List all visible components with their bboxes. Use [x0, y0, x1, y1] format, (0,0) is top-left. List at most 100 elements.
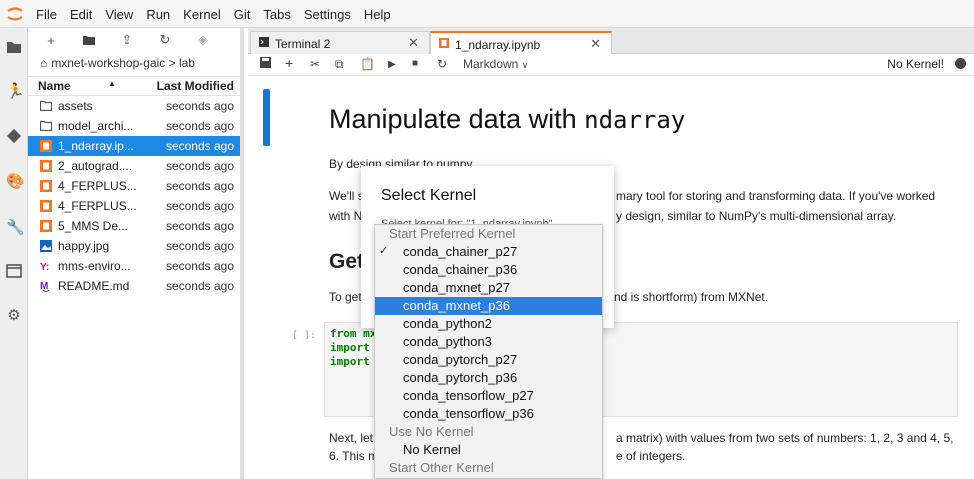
kernel-name[interactable]: No Kernel!	[887, 57, 944, 71]
kernel-option[interactable]: conda_mxnet_p36	[375, 297, 602, 315]
name-column-header[interactable]: Name	[38, 79, 71, 93]
file-row[interactable]: 2_autograd.... seconds ago	[28, 156, 240, 176]
cut-icon[interactable]: ✂	[310, 57, 320, 71]
close-icon[interactable]: ✕	[408, 35, 419, 51]
file-name: assets	[58, 99, 93, 113]
file-modified: seconds ago	[165, 99, 234, 113]
file-modified: seconds ago	[165, 159, 234, 173]
file-modified: seconds ago	[165, 239, 234, 253]
kernel-option[interactable]: conda_pytorch_p27	[375, 351, 602, 369]
wrench-icon[interactable]: 🔧	[6, 220, 25, 236]
notebook-icon	[40, 140, 52, 152]
kernel-option[interactable]: conda_chainer_p36	[375, 261, 602, 279]
menu-view[interactable]: View	[105, 7, 133, 22]
file-modified: seconds ago	[165, 219, 234, 233]
upload-icon[interactable]: ⇪	[112, 32, 142, 48]
menu-kernel[interactable]: Kernel	[183, 7, 221, 22]
menu-run[interactable]: Run	[146, 7, 170, 22]
file-row[interactable]: happy.jpg seconds ago	[28, 236, 240, 256]
option-label: conda_mxnet_p36	[403, 298, 510, 313]
file-row[interactable]: 1_ndarray.ip... seconds ago	[28, 136, 240, 156]
save-icon[interactable]	[260, 57, 271, 71]
file-row[interactable]: 5_MMS De... seconds ago	[28, 216, 240, 236]
svg-text:Y:: Y:	[40, 262, 49, 272]
file-name: 1_ndarray.ip...	[58, 139, 134, 153]
notebook-icon	[40, 180, 52, 192]
last-modified-column-header[interactable]: Last Modified	[157, 79, 234, 93]
new-folder-icon[interactable]	[74, 33, 104, 48]
menu-edit[interactable]: Edit	[70, 7, 92, 22]
kernel-option[interactable]: conda_tensorflow_p36	[375, 405, 602, 423]
extension-icon[interactable]: ⚙	[6, 308, 22, 324]
dialog-title: Select Kernel	[381, 187, 477, 204]
file-name: 4_FERPLUS...	[58, 179, 137, 193]
menu-tabs[interactable]: Tabs	[263, 7, 290, 22]
folder-icon	[39, 120, 53, 132]
image-icon	[40, 240, 52, 252]
paragraph-text: 6. This m	[329, 449, 379, 463]
menu-help[interactable]: Help	[364, 7, 391, 22]
git-clone-icon[interactable]: ◈	[188, 32, 218, 48]
new-launcher-icon[interactable]: +	[36, 33, 66, 48]
paragraph-text: with N	[329, 209, 363, 223]
file-row[interactable]: 4_FERPLUS... seconds ago	[28, 196, 240, 216]
paragraph-text: nd is shortform) from MXNet.	[614, 290, 769, 304]
home-icon[interactable]: ⌂	[40, 56, 47, 70]
menu-settings[interactable]: Settings	[304, 7, 351, 22]
file-browser: + ⇪ ↻ ◈ ⌂ mxnet-workshop-gaic > lab Name…	[28, 28, 244, 479]
option-label: Start Other Kernel	[389, 460, 494, 475]
file-name: model_archi...	[58, 119, 134, 133]
checkmark-icon: ✓	[379, 245, 389, 257]
tab-terminal[interactable]: Terminal 2 ✕	[250, 31, 430, 55]
kernel-option[interactable]: conda_pytorch_p36	[375, 369, 602, 387]
activity-bar: 🏃 🎨 🔧 ⚙	[0, 28, 28, 479]
file-name: mms-enviro...	[58, 259, 131, 273]
option-group-label: Start Preferred Kernel	[375, 225, 602, 243]
kernel-option[interactable]: conda_python2	[375, 315, 602, 333]
running-icon[interactable]: 🏃	[6, 84, 25, 100]
kernel-option[interactable]: conda_mxnet_p27	[375, 279, 602, 297]
file-row[interactable]: M README.md seconds ago	[28, 276, 240, 296]
stop-icon[interactable]: ■	[412, 58, 418, 69]
kernel-option[interactable]: ✓ conda_chainer_p27	[375, 243, 602, 261]
kernel-option[interactable]: conda_python3	[375, 333, 602, 351]
menu-git[interactable]: Git	[234, 7, 251, 22]
git-icon[interactable]	[6, 128, 22, 144]
notebook-title: Manipulate data with ndarray	[329, 104, 686, 134]
folder-tab-icon[interactable]	[6, 40, 22, 56]
paragraph-text: mary tool for storing and transforming d…	[616, 189, 936, 203]
kernel-option[interactable]: No Kernel	[375, 441, 602, 459]
paste-icon[interactable]: 📋	[360, 57, 375, 71]
file-modified: seconds ago	[165, 119, 234, 133]
option-label: Start Preferred Kernel	[389, 226, 516, 241]
file-row[interactable]: 4_FERPLUS... seconds ago	[28, 176, 240, 196]
kernel-option[interactable]: conda_tensorflow_p27	[375, 387, 602, 405]
close-icon[interactable]: ✕	[590, 36, 601, 52]
folder-icon	[39, 100, 53, 112]
file-row[interactable]: assets seconds ago	[28, 96, 240, 116]
run-icon[interactable]: ▶	[388, 59, 396, 70]
file-name: happy.jpg	[58, 239, 110, 253]
option-label: conda_python2	[403, 316, 492, 331]
breadcrumb[interactable]: ⌂ mxnet-workshop-gaic > lab	[40, 54, 195, 72]
refresh-icon[interactable]: ↻	[150, 32, 180, 48]
option-label: conda_tensorflow_p27	[403, 388, 534, 403]
menu-file[interactable]: File	[36, 7, 57, 22]
palette-icon[interactable]: 🎨	[6, 174, 25, 190]
chevron-down-icon: ∨	[521, 60, 529, 70]
restart-icon[interactable]: ↻	[437, 57, 447, 71]
file-row[interactable]: Y: mms-enviro... seconds ago	[28, 256, 240, 276]
menu-bar: File Edit View Run Kernel Git Tabs Setti…	[0, 0, 974, 28]
cell-type-select[interactable]: Markdown ∨	[463, 57, 528, 71]
code-line: from mx	[330, 327, 377, 340]
option-group-label: Use No Kernel	[375, 423, 602, 441]
file-name: 5_MMS De...	[58, 219, 129, 233]
file-row[interactable]: model_archi... seconds ago	[28, 116, 240, 136]
paragraph-text: e of integers.	[616, 449, 686, 463]
option-label: conda_pytorch_p36	[403, 370, 518, 385]
copy-icon[interactable]: ⧉	[335, 57, 344, 72]
insert-cell-icon[interactable]: +	[285, 55, 293, 71]
kernel-select-dropdown[interactable]: Start Preferred Kernel ✓ conda_chainer_p27…	[374, 224, 603, 479]
tabs-icon[interactable]	[6, 264, 22, 280]
file-modified: seconds ago	[165, 199, 234, 213]
